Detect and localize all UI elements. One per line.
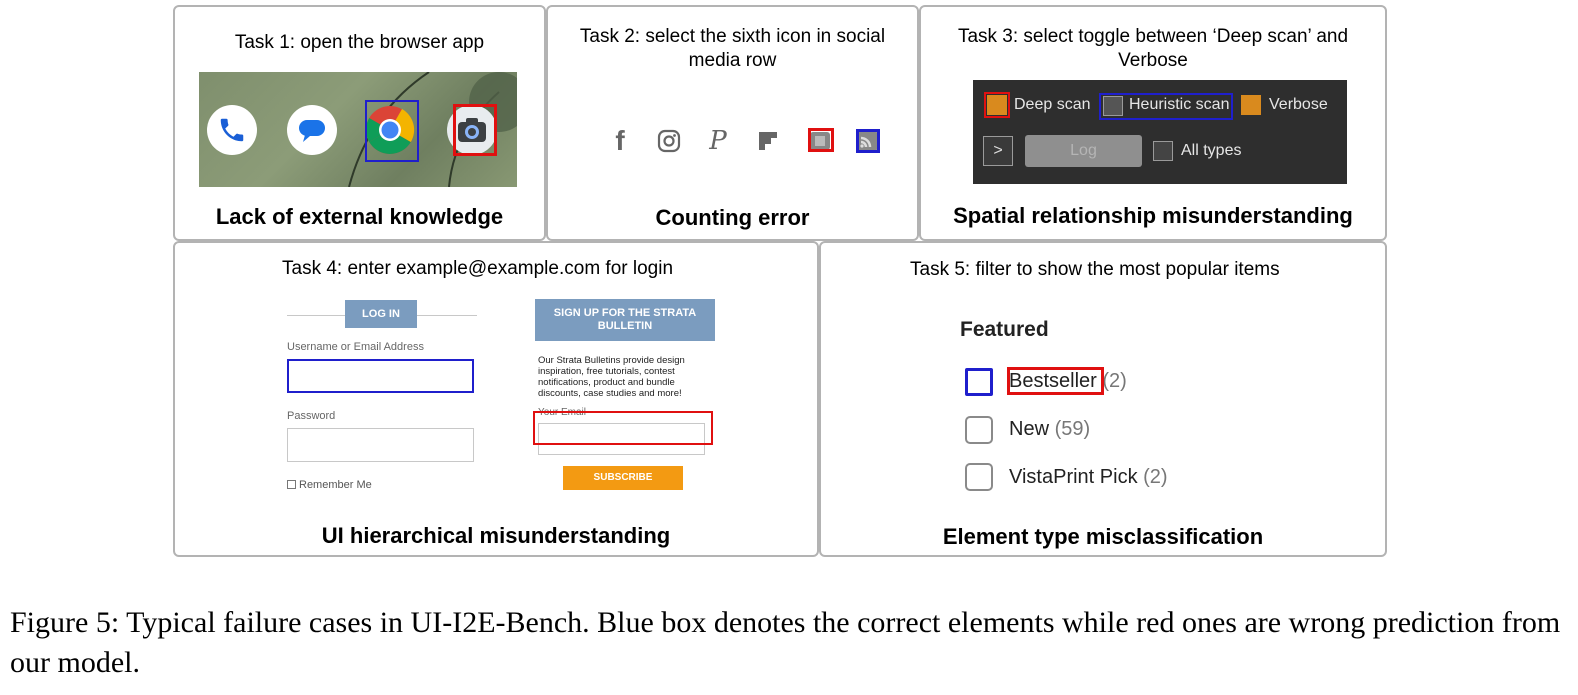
log-button[interactable]: Log (1025, 135, 1142, 167)
vistaprint-pick-label[interactable]: VistaPrint Pick (2) (1009, 466, 1168, 489)
task-2-text: Task 2: select the sixth icon in social … (579, 26, 886, 71)
phone-app-icon[interactable] (207, 105, 257, 155)
messages-app-icon[interactable] (287, 105, 337, 155)
log-label: Log (1070, 142, 1097, 159)
panel-task-2: Task 2: select the sixth icon in social … (546, 5, 919, 241)
new-count: (59) (1054, 418, 1091, 440)
verbose-label: Verbose (1269, 96, 1328, 113)
panel-task-1: Task 1: open the browser app Lack of ext… (173, 5, 546, 241)
task-4-text: Task 4: enter example@example.com for lo… (282, 258, 674, 279)
task-3-text: Task 3: select toggle between ‘Deep scan… (957, 26, 1349, 71)
caption-1: Lack of external knowledge (215, 204, 504, 229)
password-label: Password (287, 410, 336, 422)
new-text: New (1009, 418, 1050, 440)
wrong-box-camera (453, 104, 497, 156)
new-label[interactable]: New (59) (1009, 418, 1090, 441)
vistaprint-pick-count: (2) (1143, 466, 1168, 488)
filter-panel-screenshot: Featured Bestseller (2) New (59) VistaPr… (933, 293, 1277, 510)
signup-banner: SIGN UP FOR THE STRATA BULLETIN (535, 299, 715, 341)
expand-arrow-glyph: > (993, 142, 1003, 159)
figure-caption: Figure 5: Typical failure cases in UI-I2… (10, 606, 1561, 679)
bestseller-checkbox[interactable] (965, 368, 993, 396)
login-button-label: LOG IN (362, 308, 400, 320)
task-1-text: Task 1: open the browser app (234, 32, 485, 53)
home-screen-screenshot (199, 72, 517, 187)
deep-scan-label: Deep scan (1014, 96, 1091, 113)
facebook-glyph: f (615, 125, 625, 156)
signup-title: SIGN UP FOR THE STRATA BULLETIN (553, 307, 697, 332)
vistaprint-pick-checkbox[interactable] (965, 463, 993, 491)
vistaprint-pick-text: VistaPrint Pick (1009, 466, 1138, 488)
subscribe-button[interactable]: SUBSCRIBE (563, 466, 683, 490)
login-form-screenshot: LOG IN Username or Email Address Passwor… (277, 293, 487, 506)
correct-box-sixth-icon (856, 129, 880, 153)
caption-4: UI hierarchical misunderstanding (321, 523, 671, 548)
username-label: Username or Email Address (287, 341, 424, 353)
wrong-box-fifth-icon (808, 128, 834, 152)
panel-task-3: Task 3: select toggle between ‘Deep scan… (919, 5, 1387, 241)
verbose-checkbox[interactable] (1241, 95, 1261, 115)
remember-me-checkbox[interactable] (287, 480, 296, 489)
new-checkbox[interactable] (965, 416, 993, 444)
scan-options-screenshot: Deep scan Heuristic scan Verbose > Log A… (973, 80, 1347, 184)
caption-5: Element type misclassification (942, 524, 1264, 549)
wrong-box-bestseller (1007, 367, 1104, 395)
caption-2: Counting error (655, 205, 810, 230)
flipboard-icon[interactable] (754, 125, 782, 157)
pinterest-glyph: P (709, 126, 727, 156)
correct-box-heuristic-scan (1099, 93, 1233, 120)
all-types-label: All types (1181, 142, 1242, 159)
facebook-icon[interactable]: f (606, 125, 634, 157)
password-input[interactable] (287, 428, 474, 462)
caption-3: Spatial relationship misunderstanding (953, 203, 1353, 228)
panel-task-5: Task 5: filter to show the most popular … (819, 241, 1387, 557)
signup-form-screenshot: SIGN UP FOR THE STRATA BULLETIN Our Stra… (529, 293, 721, 497)
wrong-box-deep-scan (984, 92, 1010, 118)
instagram-icon[interactable] (655, 125, 683, 157)
remember-me-label: Remember Me (299, 479, 372, 491)
pinterest-icon[interactable]: P (704, 125, 732, 157)
login-button[interactable]: LOG IN (345, 300, 417, 328)
social-media-row-screenshot: f P (558, 95, 910, 191)
all-types-checkbox[interactable] (1153, 141, 1173, 161)
wrong-box-email (533, 411, 713, 445)
panel-task-4: Task 4: enter example@example.com for lo… (173, 241, 819, 557)
subscribe-label: SUBSCRIBE (593, 472, 653, 483)
featured-heading: Featured (960, 318, 1049, 341)
expand-arrow-button[interactable]: > (983, 136, 1013, 166)
bestseller-count: (2) (1102, 370, 1127, 392)
signup-description: Our Strata Bulletins provide design insp… (538, 355, 685, 399)
username-input[interactable] (287, 359, 474, 393)
correct-box-chrome (365, 100, 419, 162)
task-5-text: Task 5: filter to show the most popular … (910, 259, 1280, 280)
